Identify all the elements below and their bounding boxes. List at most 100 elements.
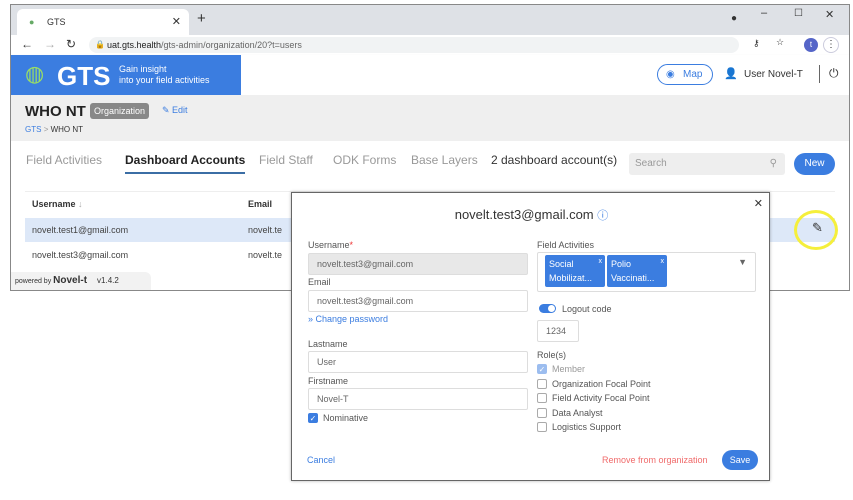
star-icon[interactable]: ☆ [776,37,784,48]
globe-logo-icon: ◍ [25,61,45,86]
cell-username: novelt.test1@gmail.com [32,225,129,235]
field-activities-label: Field Activities [537,240,595,250]
nominative-checkbox[interactable]: ✓ [308,413,318,423]
toggle-knob [548,305,555,312]
url-field[interactable]: 🔒 uat.gts.health/gts-admin/organization/2… [89,37,739,53]
role-label: Field Activity Focal Point [552,393,650,403]
activity-chip: Polio Vaccinati... x [607,255,667,287]
role-checkbox-logistics-support[interactable] [537,422,547,432]
cancel-button[interactable]: Cancel [307,455,335,465]
edit-label: Edit [172,105,188,115]
tab-field-activities[interactable]: Field Activities [26,153,102,167]
logout-code-toggle[interactable] [539,304,556,313]
cell-username: novelt.test3@gmail.com [32,250,129,260]
tab-bar: ● GTS ✕ + ● – ☐ ✕ [11,5,849,35]
username-label: Username* [308,240,354,250]
logout-code-field[interactable]: 1234 [537,320,579,342]
save-button[interactable]: Save [722,450,758,470]
map-label: Map [683,69,703,80]
chevron-down-icon[interactable]: ▼ [738,257,747,267]
breadcrumb-current: WHO NT [50,125,84,134]
search-placeholder: Search [635,158,667,169]
cell-email: novelt.te [248,225,283,235]
header-label: Username [32,199,76,209]
minimize-icon[interactable]: – [761,7,767,19]
column-username[interactable]: Username ↓ [32,199,83,209]
role-label: Member [552,364,586,374]
search-icon[interactable]: ⚲ [770,153,777,175]
browser-tab[interactable]: ● GTS ✕ [17,9,189,35]
divider [819,65,820,83]
role-checkbox-data-analyst[interactable] [537,408,547,418]
back-icon[interactable]: ← [21,37,33,51]
extension-icon[interactable]: ● [731,13,737,24]
cell-email: novelt.te [248,250,283,260]
globe-icon: ◉ [666,69,675,80]
logo-banner[interactable]: ◍ GTS Gain insight into your field activ… [11,55,241,95]
nominative-label: Nominative [323,413,369,423]
account-count: 2 dashboard account(s) [491,153,618,167]
powered-by-footer: powered by Novel-t v1.4.2 [11,272,151,290]
modal-title: novelt.test3@gmail.com [454,207,594,222]
menu-icon[interactable]: ⋮ [823,37,839,53]
page-header: WHO NT Organization ✎ Edit GTS > WHO NT [11,95,849,141]
role-checkbox-field-activity-focal-point[interactable] [537,393,547,403]
username-field: novelt.test3@gmail.com [308,253,528,275]
role-label: Organization Focal Point [552,379,651,389]
breadcrumb-gts[interactable]: GTS [25,125,41,134]
user-name[interactable]: User Novel-T [744,69,803,80]
tab-odk-forms[interactable]: ODK Forms [333,153,396,167]
remove-chip-icon[interactable]: x [661,255,665,269]
firstname-label: Firstname [308,376,349,386]
logout-code-label: Logout code [562,304,612,314]
role-checkbox-member[interactable]: ✓ [537,364,547,374]
logo-text: GTS [57,61,111,91]
edit-account-modal: novelt.test3@gmail.com ⓘ ✕ Username* nov… [291,192,770,481]
lastname-label: Lastname [308,339,348,349]
email-field[interactable]: novelt.test3@gmail.com [308,290,528,312]
tagline: into your field activities [119,75,210,85]
role-label: Data Analyst [552,408,603,418]
new-button[interactable]: New [794,153,835,175]
lock-icon: 🔒 [95,40,105,49]
column-email[interactable]: Email [248,199,272,209]
tab-base-layers[interactable]: Base Layers [411,153,478,167]
chip-line: Vaccinati... [611,273,655,283]
breadcrumb: GTS > WHO NT [25,125,84,134]
help-icon[interactable]: ⓘ [597,210,608,222]
page-title: WHO NT [25,103,86,120]
close-icon[interactable]: ✕ [172,9,181,35]
map-button[interactable]: ◉ Map [657,64,713,85]
change-password-link[interactable]: » Change password [308,314,388,324]
remove-chip-icon[interactable]: x [599,255,603,269]
roles-label: Role(s) [537,350,567,360]
label-text: Username [308,240,350,250]
new-tab-icon[interactable]: + [197,10,206,27]
reload-icon[interactable]: ↻ [66,37,76,51]
edit-icon[interactable]: ✎ [812,220,823,236]
email-label: Email [308,277,331,287]
maximize-icon[interactable]: ☐ [794,8,803,19]
lastname-field[interactable]: User [308,351,528,373]
chip-line: Mobilizat... [549,273,593,283]
profile-avatar[interactable]: t [804,38,818,52]
globe-icon: ● [29,17,35,27]
role-checkbox-organization-focal-point[interactable] [537,379,547,389]
close-icon[interactable]: ✕ [754,197,763,210]
chip-line: Polio [611,259,632,269]
chip-line: Social [549,259,574,269]
power-icon[interactable]: ⏻ [829,66,839,81]
tab-title: GTS [47,17,66,27]
firstname-field[interactable]: Novel-T [308,388,528,410]
tab-field-staff[interactable]: Field Staff [259,153,313,167]
powered-by: powered by [15,278,52,285]
address-bar: ← → ↻ 🔒 uat.gts.health/gts-admin/organiza… [11,35,849,55]
forward-icon[interactable]: → [44,37,56,51]
window-close-icon[interactable]: ✕ [825,8,834,21]
remove-from-organization-button[interactable]: Remove from organization [602,455,708,465]
edit-button[interactable]: ✎ Edit [162,105,188,116]
url-host: uat.gts.health [107,40,162,50]
search-input[interactable]: Search ⚲ [629,153,785,175]
tab-dashboard-accounts[interactable]: Dashboard Accounts [125,153,246,174]
key-icon[interactable]: ⚷ [753,38,760,49]
